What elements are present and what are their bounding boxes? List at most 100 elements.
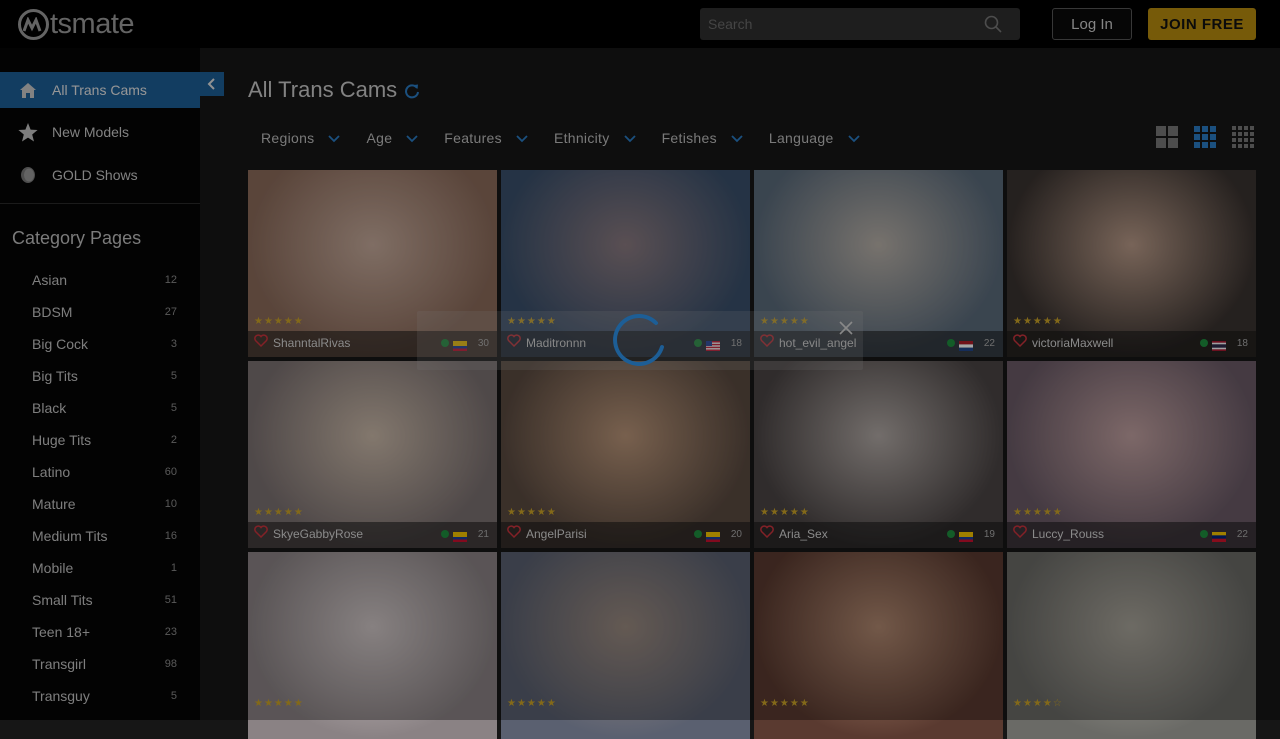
- category-count: 27: [164, 306, 177, 318]
- filter-dropdown[interactable]: Regions: [248, 120, 353, 156]
- close-icon[interactable]: [839, 321, 853, 340]
- model-card[interactable]: ★★★★★: [248, 552, 497, 739]
- model-card[interactable]: ★★★★★: [501, 552, 750, 739]
- model-thumbnail[interactable]: [501, 552, 750, 739]
- category-item[interactable]: Black 5: [32, 398, 177, 418]
- rating-stars: ★★★★★: [760, 507, 810, 518]
- heart-icon[interactable]: [1013, 525, 1027, 543]
- heart-icon[interactable]: [507, 525, 521, 543]
- model-thumbnail[interactable]: [754, 552, 1003, 739]
- gold-coin-icon: [18, 165, 38, 185]
- category-item[interactable]: Transgirl 98: [32, 654, 177, 674]
- category-item[interactable]: Latino 60: [32, 462, 177, 482]
- model-name[interactable]: Luccy_Rouss: [1032, 527, 1104, 541]
- category-label: Latino: [32, 464, 71, 480]
- category-item[interactable]: Transguy 5: [32, 686, 177, 706]
- model-card[interactable]: ★★★★★ Aria_Sex 19: [754, 361, 1003, 548]
- category-count: 2: [170, 434, 177, 446]
- category-label: Medium Tits: [32, 528, 108, 544]
- model-thumbnail[interactable]: [1007, 552, 1256, 739]
- filter-label: Age: [366, 130, 393, 146]
- large-grid-icon[interactable]: [1156, 126, 1178, 153]
- category-count: 60: [164, 466, 177, 478]
- model-name[interactable]: victoriaMaxwell: [1032, 336, 1113, 350]
- model-name[interactable]: ShanntalRivas: [273, 336, 350, 350]
- filter-label: Ethnicity: [553, 130, 610, 146]
- category-item[interactable]: Big Tits 5: [32, 366, 177, 386]
- model-card[interactable]: ★★★★★ AngelParisi 20: [501, 361, 750, 548]
- login-button[interactable]: Log In: [1052, 8, 1132, 40]
- model-card[interactable]: ★★★★★: [754, 552, 1003, 739]
- heart-icon[interactable]: [254, 334, 268, 352]
- category-item[interactable]: Teen 18+ 23: [32, 622, 177, 642]
- site-logo[interactable]: tsmate: [18, 8, 135, 40]
- model-age: 20: [730, 529, 742, 540]
- chevron-down-icon: [623, 130, 636, 146]
- country-flag-icon: [959, 529, 973, 542]
- refresh-icon[interactable]: [404, 79, 420, 105]
- sidebar-item-new-models[interactable]: New Models: [0, 114, 200, 150]
- search-box: [700, 8, 1020, 40]
- model-card[interactable]: ★★★★★ victoriaMaxwell 18: [1007, 170, 1256, 357]
- small-grid-icon[interactable]: [1232, 126, 1254, 153]
- country-flag-icon: [706, 529, 720, 542]
- category-item[interactable]: BDSM 27: [32, 302, 177, 322]
- category-item[interactable]: Mobile 1: [32, 558, 177, 578]
- model-name[interactable]: SkyeGabbyRose: [273, 527, 363, 541]
- category-item[interactable]: Big Cock 3: [32, 334, 177, 354]
- category-label: BDSM: [32, 304, 73, 320]
- category-count: 10: [164, 498, 177, 510]
- model-thumbnail[interactable]: [1007, 361, 1256, 548]
- sidebar-collapse-button[interactable]: [200, 72, 224, 96]
- category-item[interactable]: Asian 12: [32, 270, 177, 290]
- model-thumbnail[interactable]: [248, 552, 497, 739]
- join-free-button[interactable]: JOIN FREE: [1148, 8, 1256, 40]
- filter-label: Language: [768, 130, 834, 146]
- filter-dropdown[interactable]: Language: [756, 120, 873, 156]
- category-item[interactable]: Huge Tits 2: [32, 430, 177, 450]
- search-icon[interactable]: [984, 15, 1002, 38]
- rating-stars: ★★★★★: [254, 316, 304, 327]
- model-thumbnail[interactable]: [248, 361, 497, 548]
- model-card[interactable]: ★★★★★ Luccy_Rouss 22: [1007, 361, 1256, 548]
- category-label: Transgirl: [32, 656, 86, 672]
- country-flag-icon: [1212, 529, 1226, 542]
- model-thumbnail[interactable]: [1007, 170, 1256, 357]
- category-item[interactable]: Mature 10: [32, 494, 177, 514]
- sidebar-item-label: GOLD Shows: [52, 167, 138, 183]
- filter-dropdown[interactable]: Ethnicity: [541, 120, 649, 156]
- page-title: All Trans Cams: [248, 75, 420, 105]
- category-item[interactable]: Small Tits 51: [32, 590, 177, 610]
- sidebar-item-label: New Models: [52, 124, 130, 140]
- category-count: 1: [170, 562, 177, 574]
- heart-icon[interactable]: [760, 525, 774, 543]
- search-input[interactable]: [700, 8, 980, 40]
- filter-dropdown[interactable]: Features: [431, 120, 541, 156]
- chevron-down-icon: [847, 130, 860, 146]
- model-name[interactable]: Aria_Sex: [779, 527, 828, 541]
- category-item[interactable]: Medium Tits 16: [32, 526, 177, 546]
- category-count: 98: [164, 658, 177, 670]
- model-thumbnail[interactable]: [501, 361, 750, 548]
- chevron-down-icon: [731, 130, 743, 146]
- model-name[interactable]: AngelParisi: [526, 527, 587, 541]
- country-flag-icon: [959, 338, 973, 351]
- model-card[interactable]: ★★★★☆: [1007, 552, 1256, 739]
- medium-grid-icon[interactable]: [1194, 126, 1216, 153]
- logo-icon: [18, 8, 49, 40]
- filter-dropdown[interactable]: Age: [353, 120, 431, 156]
- model-info-bar: Luccy_Rouss 22: [1007, 522, 1256, 548]
- model-card[interactable]: ★★★★★ SkyeGabbyRose 21: [248, 361, 497, 548]
- category-label: Mature: [32, 496, 76, 512]
- model-thumbnail[interactable]: [754, 361, 1003, 548]
- category-label: Big Cock: [32, 336, 89, 352]
- sidebar-item-all-trans-cams[interactable]: All Trans Cams: [0, 72, 200, 108]
- filter-label: Fetishes: [661, 130, 717, 146]
- filter-dropdown[interactable]: Fetishes: [649, 120, 756, 156]
- heart-icon[interactable]: [1013, 334, 1027, 352]
- heart-icon[interactable]: [254, 525, 268, 543]
- category-count: 23: [164, 626, 177, 638]
- sidebar: All Trans Cams New Models GOLD Shows Cat…: [0, 48, 200, 720]
- category-pages-title: Category Pages: [12, 228, 142, 248]
- sidebar-item-gold-shows[interactable]: GOLD Shows: [0, 157, 200, 193]
